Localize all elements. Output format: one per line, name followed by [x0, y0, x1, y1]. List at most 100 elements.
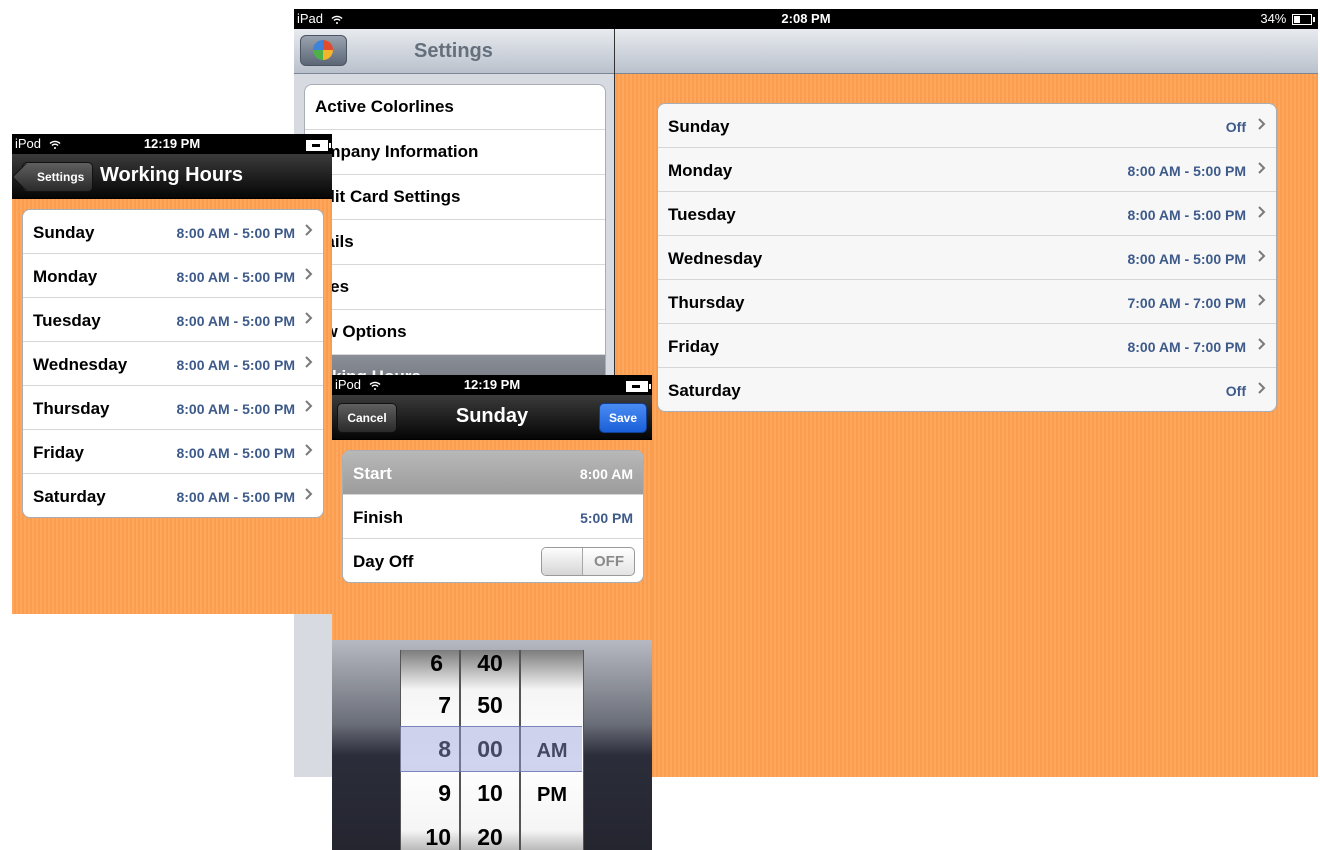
picker-hour-option: 7: [438, 692, 451, 718]
battery-charging-icon: [306, 140, 331, 151]
status-time: 2:08 PM: [781, 11, 831, 26]
day-row-sunday[interactable]: Sunday 8:00 AM - 5:00 PM: [23, 210, 323, 254]
chevron-right-icon: [1258, 162, 1266, 174]
day-row-saturday[interactable]: Saturday Off: [658, 368, 1276, 411]
detail-nav-bar: [615, 29, 1318, 74]
status-time: 12:19 PM: [463, 377, 521, 392]
hours-value: 8:00 AM - 5:00 PM: [176, 489, 295, 505]
hours-value: 8:00 AM - 5:00 PM: [176, 269, 295, 285]
picker-minute-option: 50: [477, 692, 503, 718]
day-row-monday[interactable]: Monday 8:00 AM - 5:00 PM: [23, 254, 323, 298]
day-row-tuesday[interactable]: Tuesday 8:00 AM - 5:00 PM: [23, 298, 323, 342]
chevron-right-icon: [305, 444, 313, 456]
day-label: Wednesday: [33, 355, 128, 374]
hours-value: 8:00 AM - 5:00 PM: [176, 445, 295, 461]
picker-minute-option: 40: [477, 650, 503, 676]
battery-charging-icon: [626, 381, 651, 392]
picker-hour-option: 9: [438, 780, 451, 806]
day-settings-list: Start 8:00 AM Finish 5:00 PM Day Off OFF: [342, 450, 644, 583]
hours-value: 8:00 AM - 7:00 PM: [1127, 339, 1246, 355]
start-label: Start: [353, 464, 392, 483]
nav-bar: Cancel Sunday Save: [332, 395, 652, 440]
status-bar: iPod 12:19 PM: [12, 134, 332, 154]
day-label: Saturday: [668, 381, 741, 400]
finish-value: 5:00 PM: [580, 510, 633, 526]
start-value: 8:00 AM: [579, 466, 633, 482]
day-off-row: Day Off OFF: [343, 539, 643, 582]
master-title: Settings: [414, 40, 493, 62]
settings-item-view-options[interactable]: ew Options: [305, 310, 605, 355]
detail-pane: Sunday Off Monday 8:00 AM - 5:00 PM Tuesda…: [615, 29, 1318, 777]
settings-item-rates[interactable]: ates: [305, 265, 605, 310]
status-right: [626, 380, 651, 395]
hours-value: 8:00 AM - 5:00 PM: [1127, 207, 1246, 223]
day-row-friday[interactable]: Friday 8:00 AM - 7:00 PM: [658, 324, 1276, 368]
day-label: Monday: [668, 161, 733, 180]
toggle-text: OFF: [594, 553, 624, 570]
settings-list: Active Colorlines ompany Information edi…: [304, 84, 606, 401]
picker-hour-option: 6: [430, 650, 443, 676]
hours-value: 7:00 AM - 7:00 PM: [1127, 295, 1246, 311]
hours-value: Off: [1225, 119, 1246, 135]
toggle-knob: [542, 548, 583, 575]
day-row-monday[interactable]: Monday 8:00 AM - 5:00 PM: [658, 148, 1276, 192]
picker-hour-option: 10: [425, 824, 451, 850]
back-button[interactable]: Settings: [22, 162, 94, 192]
day-row-wednesday[interactable]: Wednesday 8:00 AM - 5:00 PM: [23, 342, 323, 386]
colorlines-logo-icon[interactable]: [300, 35, 347, 66]
working-hours-list: Sunday Off Monday 8:00 AM - 5:00 PM Tuesda…: [657, 103, 1277, 412]
settings-item-emails[interactable]: nails: [305, 220, 605, 265]
day-row-thursday[interactable]: Thursday 7:00 AM - 7:00 PM: [658, 280, 1276, 324]
picker-minute-option: 10: [477, 780, 503, 806]
chevron-right-icon: [1258, 206, 1266, 218]
hours-value: 8:00 AM - 5:00 PM: [176, 225, 295, 241]
battery-percent: 34%: [1260, 11, 1287, 26]
hours-value: 8:00 AM - 5:00 PM: [1127, 163, 1246, 179]
day-row-thursday[interactable]: Thursday 8:00 AM - 5:00 PM: [23, 386, 323, 430]
day-row-friday[interactable]: Friday 8:00 AM - 5:00 PM: [23, 430, 323, 474]
day-label: Friday: [668, 337, 720, 356]
battery-icon: [1292, 14, 1315, 26]
ipod-working-hours-screen: iPod 12:19 PM Settings Working Hours Sun…: [12, 134, 332, 614]
day-row-saturday[interactable]: Saturday 8:00 AM - 5:00 PM: [23, 474, 323, 517]
day-row-wednesday[interactable]: Wednesday 8:00 AM - 5:00 PM: [658, 236, 1276, 280]
day-row-sunday[interactable]: Sunday Off: [658, 104, 1276, 148]
settings-item-company-information[interactable]: ompany Information: [305, 130, 605, 175]
status-right: [306, 139, 331, 154]
ipod-edit-day-screen: iPod 12:19 PM Cancel Sunday Save Start 8:…: [332, 375, 652, 850]
day-label: Saturday: [33, 487, 106, 506]
chevron-right-icon: [305, 224, 313, 236]
hours-value: 8:00 AM - 5:00 PM: [176, 313, 295, 329]
finish-time-row[interactable]: Finish 5:00 PM: [343, 495, 643, 539]
hours-value: 8:00 AM - 5:00 PM: [176, 401, 295, 417]
chevron-right-icon: [1258, 118, 1266, 130]
hours-value: Off: [1225, 383, 1246, 399]
chevron-right-icon: [305, 268, 313, 280]
start-time-row[interactable]: Start 8:00 AM: [343, 451, 643, 495]
finish-label: Finish: [353, 508, 404, 527]
master-nav-bar: Settings: [294, 29, 614, 74]
settings-item-active-colorlines[interactable]: Active Colorlines: [305, 85, 605, 130]
time-picker: 6 7 8 9 10 40 50 00 10 20 AM PM: [332, 640, 652, 850]
settings-item-credit-card-settings[interactable]: edit Card Settings: [305, 175, 605, 220]
day-label: Tuesday: [33, 311, 101, 330]
day-label: Tuesday: [668, 205, 736, 224]
hours-value: 8:00 AM - 5:00 PM: [1127, 251, 1246, 267]
day-off-toggle[interactable]: OFF: [541, 547, 635, 576]
back-label: Settings: [37, 170, 85, 184]
day-label: Sunday: [33, 223, 95, 242]
chevron-right-icon: [1258, 294, 1266, 306]
picker-minute-option: 20: [477, 824, 503, 850]
chevron-right-icon: [305, 356, 313, 368]
day-row-tuesday[interactable]: Tuesday 8:00 AM - 5:00 PM: [658, 192, 1276, 236]
chevron-right-icon: [305, 312, 313, 324]
day-label: Wednesday: [668, 249, 763, 268]
day-off-label: Day Off: [353, 552, 414, 571]
day-label: Friday: [33, 443, 85, 462]
day-label: Monday: [33, 267, 98, 286]
status-time: 12:19 PM: [143, 136, 201, 151]
nav-bar: Settings Working Hours: [12, 154, 332, 199]
chevron-right-icon: [1258, 250, 1266, 262]
status-right: 34%: [1260, 11, 1315, 26]
save-button[interactable]: Save: [599, 403, 647, 433]
